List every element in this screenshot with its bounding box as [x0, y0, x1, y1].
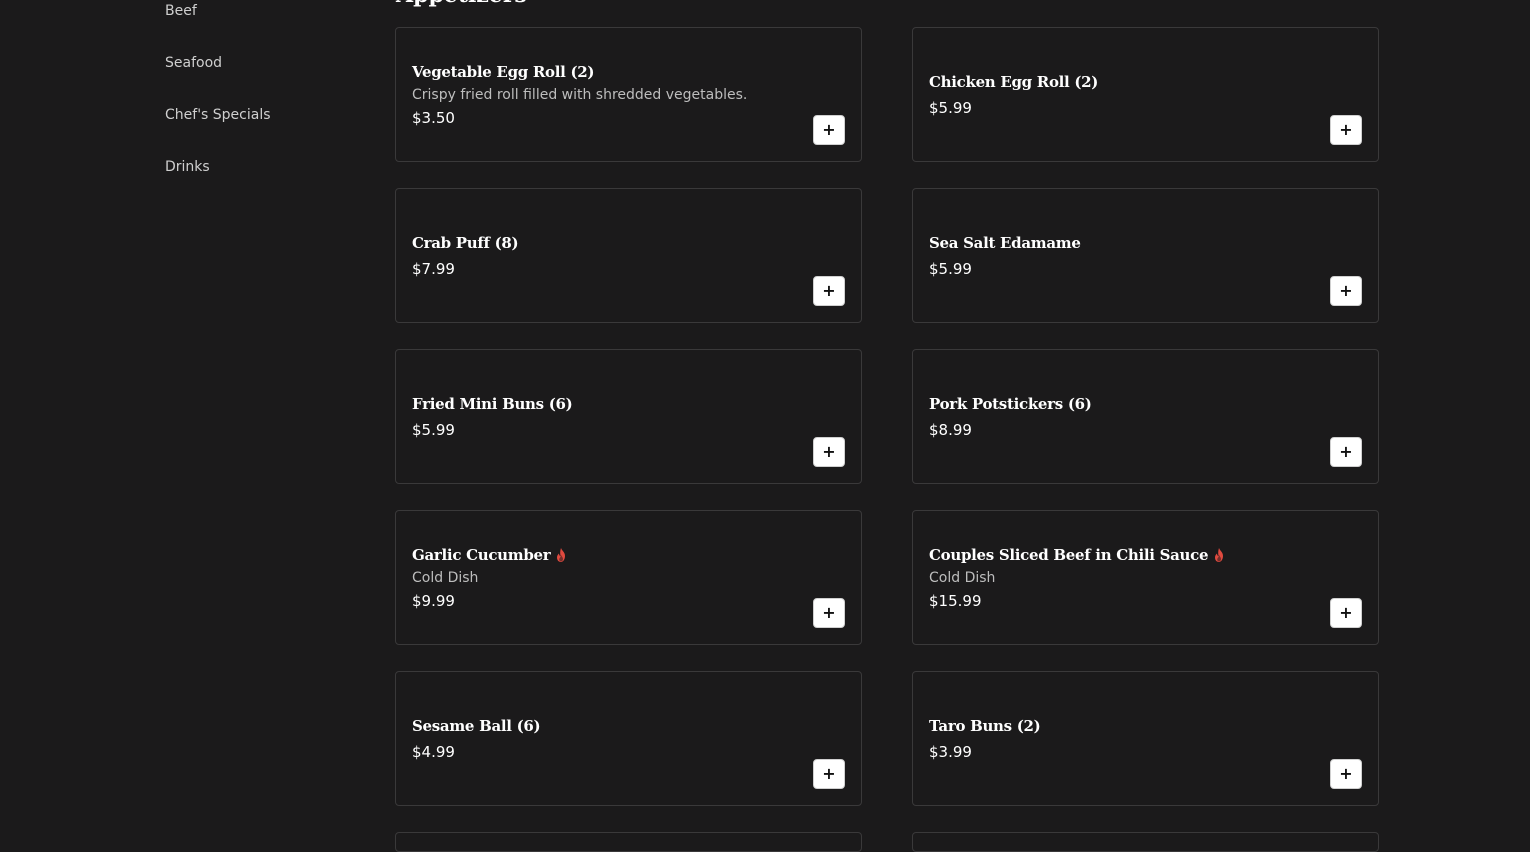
menu-item-name-text: Sea Salt Edamame	[929, 233, 1081, 252]
plus-icon: +	[822, 442, 836, 461]
menu-item-name: Sesame Ball (6)	[412, 717, 791, 735]
menu-item-card[interactable]: Crab Puff (8) $7.99 +	[395, 188, 862, 323]
menu-item-info: Pork Potstickers (6) $8.99	[929, 350, 1308, 483]
add-to-cart-button[interactable]: +	[813, 115, 845, 145]
menu-item-info: Fried Mini Buns (6) $5.99	[412, 350, 791, 483]
plus-icon: +	[822, 120, 836, 139]
menu-item-price: $5.99	[929, 98, 972, 117]
menu-item-price: $4.99	[412, 742, 455, 761]
menu-item-price: $15.99	[929, 591, 982, 610]
plus-icon: +	[822, 281, 836, 300]
sidebar-item-drinks[interactable]: Drinks	[165, 159, 210, 175]
menu-item-description: Cold Dish	[412, 569, 479, 586]
menu-item-info: Chicken Egg Roll (2) $5.99	[929, 28, 1308, 161]
menu-item-card[interactable]: Pork Potstickers (6) $8.99 +	[912, 349, 1379, 484]
sidebar-item-seafood[interactable]: Seafood	[165, 55, 222, 71]
add-to-cart-button[interactable]: +	[813, 759, 845, 789]
menu-item-info: Sesame Ball (6) $4.99	[412, 672, 791, 805]
menu-item-card-partial[interactable]	[912, 832, 1379, 852]
plus-icon: +	[822, 764, 836, 783]
menu-item-description: Cold Dish	[929, 569, 996, 586]
plus-icon: +	[1339, 603, 1353, 622]
menu-item-name: Vegetable Egg Roll (2)	[412, 63, 791, 81]
menu-item-name-text: Taro Buns (2)	[929, 716, 1041, 735]
menu-item-card[interactable]: Sea Salt Edamame $5.99 +	[912, 188, 1379, 323]
menu-item-info: Crab Puff (8) $7.99	[412, 189, 791, 322]
section-title: Appetizers	[396, 0, 527, 8]
menu-item-name: Pork Potstickers (6)	[929, 395, 1308, 413]
menu-item-card[interactable]: Chicken Egg Roll (2) $5.99 +	[912, 27, 1379, 162]
plus-icon: +	[1339, 120, 1353, 139]
menu-item-card[interactable]: Vegetable Egg Roll (2) Crispy fried roll …	[395, 27, 862, 162]
menu-item-info: Sea Salt Edamame $5.99	[929, 189, 1308, 322]
menu-item-price: $3.50	[412, 108, 455, 127]
menu-item-name-text: Pork Potstickers (6)	[929, 394, 1092, 413]
menu-item-name: Couples Sliced Beef in Chili Sauce	[929, 546, 1308, 564]
menu-item-name-text: Fried Mini Buns (6)	[412, 394, 573, 413]
add-to-cart-button[interactable]: +	[813, 276, 845, 306]
plus-icon: +	[822, 603, 836, 622]
menu-item-card[interactable]: Fried Mini Buns (6) $5.99 +	[395, 349, 862, 484]
add-to-cart-button[interactable]: +	[813, 437, 845, 467]
menu-item-price: $9.99	[412, 591, 455, 610]
plus-icon: +	[1339, 281, 1353, 300]
menu-item-name-text: Garlic Cucumber	[412, 545, 551, 564]
menu-item-name: Chicken Egg Roll (2)	[929, 73, 1308, 91]
menu-item-name-text: Sesame Ball (6)	[412, 716, 541, 735]
menu-item-name: Fried Mini Buns (6)	[412, 395, 791, 413]
menu-item-price: $5.99	[412, 420, 455, 439]
menu-item-name: Crab Puff (8)	[412, 234, 791, 252]
flame-icon	[1213, 547, 1225, 562]
menu-item-card-partial[interactable]	[395, 832, 862, 852]
menu-item-price: $8.99	[929, 420, 972, 439]
menu-item-price: $3.99	[929, 742, 972, 761]
add-to-cart-button[interactable]: +	[1330, 276, 1362, 306]
menu-item-info: Vegetable Egg Roll (2) Crispy fried roll …	[412, 28, 791, 161]
menu-item-name: Garlic Cucumber	[412, 546, 791, 564]
sidebar-item-beef[interactable]: Beef	[165, 3, 197, 19]
menu-item-name-text: Crab Puff (8)	[412, 233, 519, 252]
menu-item-name-text: Couples Sliced Beef in Chili Sauce	[929, 545, 1209, 564]
menu-item-price: $5.99	[929, 259, 972, 278]
menu-item-card[interactable]: Garlic Cucumber Cold Dish $9.99 +	[395, 510, 862, 645]
add-to-cart-button[interactable]: +	[1330, 115, 1362, 145]
menu-item-info: Garlic Cucumber Cold Dish $9.99	[412, 511, 791, 644]
plus-icon: +	[1339, 764, 1353, 783]
menu-item-info: Couples Sliced Beef in Chili Sauce Cold D…	[929, 511, 1308, 644]
flame-icon	[555, 547, 567, 562]
menu-item-price: $7.99	[412, 259, 455, 278]
menu-item-card[interactable]: Sesame Ball (6) $4.99 +	[395, 671, 862, 806]
menu-item-info: Taro Buns (2) $3.99	[929, 672, 1308, 805]
add-to-cart-button[interactable]: +	[1330, 598, 1362, 628]
menu-item-card[interactable]: Couples Sliced Beef in Chili Sauce Cold D…	[912, 510, 1379, 645]
add-to-cart-button[interactable]: +	[813, 598, 845, 628]
menu-item-card[interactable]: Taro Buns (2) $3.99 +	[912, 671, 1379, 806]
menu-item-description: Crispy fried roll filled with shredded v…	[412, 86, 748, 103]
add-to-cart-button[interactable]: +	[1330, 759, 1362, 789]
menu-item-name: Taro Buns (2)	[929, 717, 1308, 735]
menu-item-name-text: Vegetable Egg Roll (2)	[412, 62, 595, 81]
sidebar-item-chefs-specials[interactable]: Chef's Specials	[165, 107, 271, 123]
menu-item-name: Sea Salt Edamame	[929, 234, 1308, 252]
add-to-cart-button[interactable]: +	[1330, 437, 1362, 467]
plus-icon: +	[1339, 442, 1353, 461]
menu-item-name-text: Chicken Egg Roll (2)	[929, 72, 1099, 91]
